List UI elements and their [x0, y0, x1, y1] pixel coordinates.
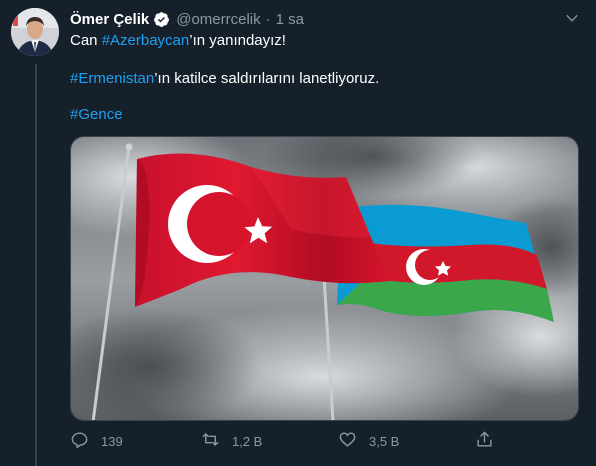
- text-suffix: ’ın yanındayız!: [189, 32, 286, 49]
- reply-count: 139: [101, 433, 123, 449]
- tweet-text-line-1: Can #Azerbaycan’ın yanındayız!: [70, 31, 286, 51]
- share-button[interactable]: [475, 430, 494, 452]
- chevron-down-icon[interactable]: [562, 8, 582, 28]
- hashtag-ermenistan[interactable]: #Ermenistan: [70, 70, 154, 87]
- share-icon: [475, 430, 494, 452]
- tweet[interactable]: Ömer Çelik @omerrcelik · 1 sa Can #Azerb…: [0, 0, 596, 466]
- tweet-actions: 139 1,2 B 3,5 B: [70, 430, 510, 452]
- text-prefix: Can: [70, 32, 102, 49]
- thread-line: [35, 64, 37, 466]
- like-icon: [338, 430, 357, 452]
- reply-icon: [70, 430, 89, 452]
- text-suffix: ’ın katilce saldırılarını lanetliyoruz.: [154, 70, 380, 87]
- retweet-button[interactable]: 1,2 B: [201, 430, 262, 452]
- tweet-text-line-2: #Ermenistan’ın katilce saldırılarını lan…: [70, 69, 379, 89]
- hashtag-azerbaycan[interactable]: #Azerbaycan: [102, 32, 190, 49]
- avatar[interactable]: [11, 8, 59, 56]
- author-handle[interactable]: @omerrcelik: [176, 11, 260, 28]
- retweet-count: 1,2 B: [232, 433, 263, 449]
- tweet-time[interactable]: 1 sa: [276, 11, 304, 28]
- like-button[interactable]: 3,5 B: [338, 430, 399, 452]
- separator-dot: ·: [265, 10, 271, 28]
- author-name[interactable]: Ömer Çelik: [70, 11, 149, 28]
- tweet-text-line-3: #Gence: [70, 105, 123, 125]
- reply-button[interactable]: 139: [70, 430, 123, 452]
- tweet-header: Ömer Çelik @omerrcelik · 1 sa: [70, 9, 304, 29]
- hashtag-gence[interactable]: #Gence: [70, 106, 123, 123]
- verified-badge-icon: [153, 11, 170, 28]
- tweet-image[interactable]: [70, 136, 579, 421]
- like-count: 3,5 B: [369, 433, 400, 449]
- retweet-icon: [201, 430, 220, 452]
